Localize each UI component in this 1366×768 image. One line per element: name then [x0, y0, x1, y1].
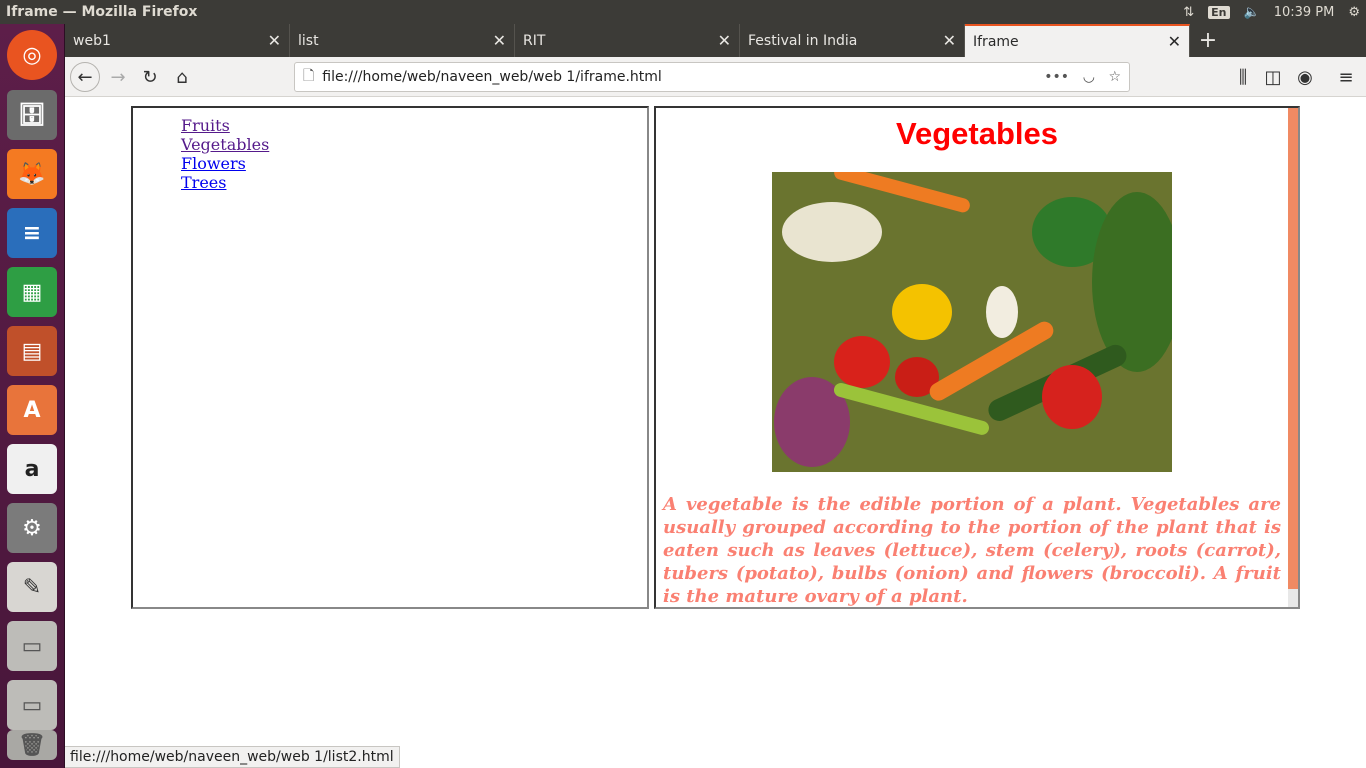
writer-icon[interactable]: ≡ [7, 208, 57, 258]
fruits-link[interactable]: Fruits [181, 116, 230, 135]
gear-icon[interactable]: ⚙ [1348, 5, 1360, 20]
tab-list[interactable]: list ✕ [290, 24, 515, 57]
tab-rit[interactable]: RIT ✕ [515, 24, 740, 57]
account-icon[interactable]: ◉ [1290, 62, 1320, 92]
close-icon[interactable]: ✕ [718, 31, 731, 50]
software-center-icon[interactable]: A [7, 385, 57, 435]
menu-icon[interactable]: ≡ [1331, 62, 1361, 92]
page-heading: Vegetables [896, 116, 1058, 151]
vegetables-link[interactable]: Vegetables [181, 135, 269, 154]
keyboard-layout-indicator[interactable]: En [1208, 5, 1230, 19]
left-iframe: Fruits Vegetables Flowers Trees [131, 106, 649, 609]
impress-icon[interactable]: ▤ [7, 326, 57, 376]
tab-label: web1 [73, 32, 111, 49]
scrollbar-thumb[interactable] [1288, 108, 1298, 589]
window-title: Iframe — Mozilla Firefox [6, 4, 198, 20]
sidebar-icon[interactable]: ◫ [1258, 62, 1288, 92]
files-icon[interactable]: 🗄 [7, 90, 57, 140]
reload-button[interactable]: ↻ [135, 62, 165, 92]
url-text[interactable]: file:///home/web/naveen_web/web 1/iframe… [322, 69, 662, 85]
drive-icon[interactable]: ▭ [7, 621, 57, 671]
close-icon[interactable]: ✕ [493, 31, 506, 50]
pocket-icon[interactable]: ◡ [1083, 69, 1095, 85]
drive-icon-2[interactable]: ▭ [7, 680, 57, 730]
tab-bar: web1 ✕ list ✕ RIT ✕ Festival in India ✕ Ifra… [65, 24, 1366, 57]
tab-label: RIT [523, 32, 546, 49]
right-iframe: Vegetables A vegetable is the edible por… [654, 106, 1300, 609]
volume-icon[interactable]: 🔈 [1244, 5, 1260, 20]
text-editor-icon[interactable]: ✎ [7, 562, 57, 612]
bookmark-star-icon[interactable]: ☆ [1108, 69, 1121, 85]
url-bar[interactable]: 🗋 file:///home/web/naveen_web/web 1/ifra… [294, 62, 1130, 92]
firefox-icon[interactable]: 🦊 [7, 149, 57, 199]
description-text: A vegetable is the edible portion of a p… [663, 494, 1281, 607]
close-icon[interactable]: ✕ [268, 31, 281, 50]
scrollbar-track[interactable] [1288, 589, 1298, 607]
flowers-link[interactable]: Flowers [181, 154, 246, 173]
tab-festival-in-india[interactable]: Festival in India ✕ [740, 24, 965, 57]
page-icon: 🗋 [303, 68, 315, 84]
system-top-bar: Iframe — Mozilla Firefox ⇅ En 🔈 10:39 PM… [0, 0, 1366, 24]
trees-link[interactable]: Trees [181, 173, 226, 192]
library-icon[interactable]: ⫼ [1228, 62, 1258, 92]
ubuntu-icon[interactable]: ◎ [7, 30, 57, 80]
system-tray: ⇅ En 🔈 10:39 PM ⚙ [1183, 0, 1360, 24]
amazon-icon[interactable]: a [7, 444, 57, 494]
calc-icon[interactable]: ▦ [7, 267, 57, 317]
close-icon[interactable]: ✕ [1168, 32, 1181, 51]
network-icon[interactable]: ⇅ [1183, 5, 1194, 20]
status-bar: file:///home/web/naveen_web/web 1/list2.… [65, 746, 400, 768]
back-button[interactable]: ← [70, 62, 100, 92]
tab-label: Iframe [973, 33, 1019, 50]
home-button[interactable]: ⌂ [167, 62, 197, 92]
nav-toolbar: ← → ↻ ⌂ 🗋 file:///home/web/naveen_web/we… [65, 57, 1366, 97]
close-icon[interactable]: ✕ [943, 31, 956, 50]
launcher: ◎ 🗄 🦊 ≡ ▦ ▤ A a ⚙ ✎ ▭ ▭ 🗑 [0, 24, 65, 768]
tab-label: Festival in India [748, 32, 858, 49]
forward-button[interactable]: → [103, 62, 133, 92]
more-icon[interactable]: ••• [1044, 69, 1069, 85]
new-tab-button[interactable]: + [1190, 24, 1226, 57]
trash-icon[interactable]: 🗑 [7, 730, 57, 760]
vegetables-photo [772, 172, 1172, 472]
clock[interactable]: 10:39 PM [1274, 5, 1335, 20]
page-content: Fruits Vegetables Flowers Trees Vegetabl… [65, 98, 1366, 768]
link-list: Fruits Vegetables Flowers Trees [181, 116, 647, 192]
tab-iframe[interactable]: Iframe ✕ [965, 24, 1190, 57]
tab-label: list [298, 32, 319, 49]
tab-web1[interactable]: web1 ✕ [65, 24, 290, 57]
settings-icon[interactable]: ⚙ [7, 503, 57, 553]
